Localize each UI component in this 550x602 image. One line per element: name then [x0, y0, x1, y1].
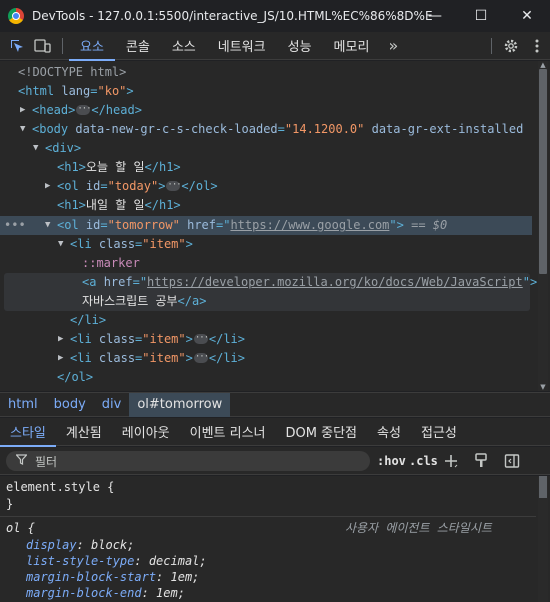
element-style-selector[interactable]: element.style { [6, 479, 114, 496]
li-item-node[interactable]: ▼ <li class="item"> [58, 235, 193, 254]
tab-console[interactable]: 콘솔 [115, 32, 161, 60]
scrollbar-thumb[interactable] [539, 476, 547, 498]
gear-icon[interactable] [498, 32, 524, 60]
main-toolbar: 요소 콘솔 소스 네트워크 성능 메모리 » [0, 32, 550, 61]
class-toggle-button[interactable]: .cls [409, 451, 438, 471]
css-property-display[interactable]: display: block; [26, 537, 134, 554]
tab-elements[interactable]: 요소 [69, 32, 115, 61]
head-node[interactable]: ▶ <head></head> [20, 100, 142, 120]
ol-close-node[interactable]: </ol> [57, 368, 93, 387]
tab-event-listeners[interactable]: 이벤트 리스너 [180, 418, 276, 446]
breadcrumb-body[interactable]: body [46, 393, 94, 417]
expand-arrow-icon[interactable]: ▶ [45, 177, 55, 196]
ol-tomorrow-node[interactable]: ••• ▼ <ol id="tomorrow" href="https://ww… [0, 216, 532, 235]
mdn-link[interactable]: https://developer.mozilla.org/ko/docs/We… [147, 275, 523, 289]
collapsed-ellipsis-icon[interactable] [193, 329, 208, 348]
toolbar-divider [62, 37, 63, 54]
close-button[interactable]: ✕ [504, 0, 550, 32]
device-toolbar-icon[interactable] [30, 32, 56, 60]
tab-memory[interactable]: 메모리 [323, 32, 381, 60]
scroll-up-icon[interactable]: ▲ [538, 61, 548, 69]
chrome-logo-icon [8, 8, 24, 24]
collapse-arrow-icon[interactable]: ▼ [20, 120, 30, 139]
sidebar-tabs: 스타일 계산됨 레이아웃 이벤트 리스너 DOM 중단점 속성 접근성 [0, 418, 550, 447]
collapse-arrow-icon[interactable]: ▼ [33, 139, 43, 158]
tab-performance[interactable]: 성능 [277, 32, 323, 60]
elements-scrollbar[interactable]: ▲ ▼ [538, 61, 548, 391]
toggle-sidebar-icon[interactable] [502, 451, 522, 471]
a-text-node[interactable]: 자바스크립트 공부</a> [82, 292, 206, 311]
tab-computed[interactable]: 계산됨 [56, 418, 112, 446]
li-item-node[interactable]: ▶ <li class="item"></li> [58, 329, 245, 349]
rule-divider [0, 516, 536, 517]
toolbar-divider [491, 38, 492, 54]
title-bar: DevTools - 127.0.0.1:5500/interactive_JS… [0, 0, 550, 32]
css-property-list-style-type[interactable]: list-style-type: decimal; [26, 553, 207, 570]
styles-pane[interactable]: element.style { } ol { 사용자 에이전트 스타일시트 di… [0, 476, 550, 602]
hover-state-button[interactable]: :hov [377, 451, 406, 471]
collapse-arrow-icon[interactable]: ▼ [45, 216, 55, 235]
collapsed-ellipsis-icon[interactable] [166, 176, 181, 195]
window-title: DevTools - 127.0.0.1:5500/interactive_JS… [32, 9, 432, 23]
more-tabs-icon[interactable]: » [380, 32, 406, 60]
tab-layout[interactable]: 레이아웃 [112, 418, 180, 446]
expand-arrow-icon[interactable]: ▶ [58, 349, 68, 368]
google-link[interactable]: https://www.google.com [230, 218, 389, 232]
element-style-close: } [6, 497, 14, 511]
scrollbar-thumb[interactable] [539, 69, 547, 274]
filter-icon [15, 454, 28, 468]
css-property-margin-block-end[interactable]: margin-block-end: 1em; [26, 585, 185, 602]
tab-network[interactable]: 네트워크 [207, 32, 277, 60]
user-agent-stylesheet-label: 사용자 에이전트 스타일시트 [345, 521, 492, 535]
more-vertical-icon[interactable] [524, 32, 550, 60]
body-node[interactable]: ▼ <body data-new-gr-c-s-check-loaded="14… [20, 120, 523, 139]
h1-tomorrow-node[interactable]: <h1>내일 할 일</h1> [57, 196, 181, 215]
row-options-icon[interactable]: ••• [4, 216, 26, 235]
styles-scrollbar[interactable] [538, 476, 548, 602]
ol-today-node[interactable]: ▶ <ol id="today"></ol> [45, 176, 218, 196]
breadcrumb: html body div ol#tomorrow [0, 392, 550, 417]
scroll-down-icon[interactable]: ▼ [538, 383, 548, 391]
tab-styles[interactable]: 스타일 [0, 418, 56, 447]
div-node[interactable]: ▼ <div> [33, 139, 81, 158]
inspect-element-icon[interactable] [4, 32, 30, 60]
li-close-node[interactable]: </li> [70, 311, 106, 330]
collapsed-ellipsis-icon[interactable] [193, 348, 208, 367]
ol-rule-selector[interactable]: ol { [6, 520, 35, 537]
a-node[interactable]: <a href="https://developer.mozilla.org/k… [82, 273, 537, 292]
minimize-button[interactable]: — [412, 0, 458, 32]
tab-properties[interactable]: 속성 [367, 418, 411, 446]
collapse-arrow-icon[interactable]: ▼ [58, 235, 68, 254]
css-property-margin-block-start[interactable]: margin-block-start: 1em; [26, 569, 199, 586]
breadcrumb-html[interactable]: html [0, 393, 46, 417]
marker-pseudo-node[interactable]: ::marker [82, 254, 140, 273]
window-controls: — ☐ ✕ [412, 0, 550, 32]
plus-icon[interactable] [441, 451, 461, 471]
maximize-button[interactable]: ☐ [458, 0, 504, 32]
tab-sources[interactable]: 소스 [161, 32, 207, 60]
tab-dom-breakpoints[interactable]: DOM 중단점 [276, 418, 367, 446]
tab-accessibility[interactable]: 접근성 [411, 418, 467, 446]
breadcrumb-ol-tomorrow[interactable]: ol#tomorrow [129, 392, 231, 417]
toolbar-right [485, 32, 550, 60]
h1-today-node[interactable]: <h1>오늘 할 일</h1> [57, 158, 181, 177]
elements-tree-panel[interactable]: <!DOCTYPE html> <html lang="ko"> ▶ <head… [0, 61, 550, 391]
filter-input[interactable]: 필터 [6, 451, 370, 471]
paint-brush-icon[interactable] [471, 451, 491, 471]
doctype-node[interactable]: <!DOCTYPE html> [18, 63, 126, 82]
li-item-node[interactable]: ▶ <li class="item"></li> [58, 348, 245, 368]
filter-placeholder: 필터 [35, 454, 58, 469]
expand-arrow-icon[interactable]: ▶ [58, 330, 68, 349]
expand-arrow-icon[interactable]: ▶ [20, 101, 30, 120]
breadcrumb-div[interactable]: div [94, 393, 130, 417]
collapsed-ellipsis-icon[interactable] [76, 100, 91, 119]
styles-filter-bar: 필터 :hov .cls [0, 447, 550, 475]
html-node[interactable]: <html lang="ko"> [18, 82, 134, 101]
